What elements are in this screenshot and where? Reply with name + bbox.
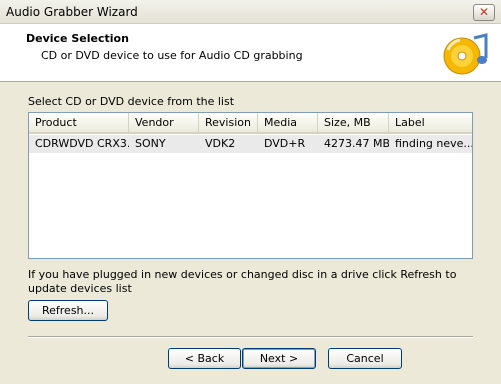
- table-row[interactable]: CDRWDVD CRX3... SONY VDK2 DVD+R 4273.47 …: [29, 135, 472, 153]
- window-title: Audio Grabber Wizard: [6, 5, 138, 19]
- column-header-label[interactable]: Label: [389, 113, 472, 132]
- cell-size: 4273.47 MB: [324, 137, 389, 150]
- cell-revision: VDK2: [205, 137, 236, 150]
- back-button[interactable]: < Back: [168, 348, 241, 369]
- column-header-vendor[interactable]: Vendor: [129, 113, 199, 132]
- page-subtitle: CD or DVD device to use for Audio CD gra…: [41, 49, 303, 62]
- cell-label: finding neve...: [395, 137, 472, 150]
- cancel-button[interactable]: Cancel: [328, 348, 402, 369]
- cd-music-icon: [443, 33, 491, 75]
- column-header-size[interactable]: Size, MB: [318, 113, 389, 132]
- cell-media: DVD+R: [264, 137, 306, 150]
- column-header-media[interactable]: Media: [258, 113, 318, 132]
- close-icon: ✕: [478, 5, 490, 19]
- column-header-product[interactable]: Product: [29, 113, 129, 132]
- device-list-header: Product Vendor Revision Media Size, MB L…: [29, 113, 472, 134]
- cell-vendor: SONY: [135, 137, 166, 150]
- refresh-hint-text: If you have plugged in new devices or ch…: [28, 268, 457, 295]
- cell-product: CDRWDVD CRX3...: [35, 137, 129, 150]
- refresh-button[interactable]: Refresh...: [28, 300, 108, 321]
- next-button[interactable]: Next >: [242, 348, 316, 369]
- title-bar: Audio Grabber Wizard ✕: [0, 0, 501, 24]
- wizard-header: Device Selection CD or DVD device to use…: [0, 24, 501, 82]
- device-list[interactable]: Product Vendor Revision Media Size, MB L…: [28, 112, 473, 259]
- close-button[interactable]: ✕: [473, 4, 495, 21]
- column-header-revision[interactable]: Revision: [199, 113, 258, 132]
- page-title: Device Selection: [26, 32, 129, 45]
- divider: [28, 336, 473, 338]
- device-list-label: Select CD or DVD device from the list: [28, 95, 235, 108]
